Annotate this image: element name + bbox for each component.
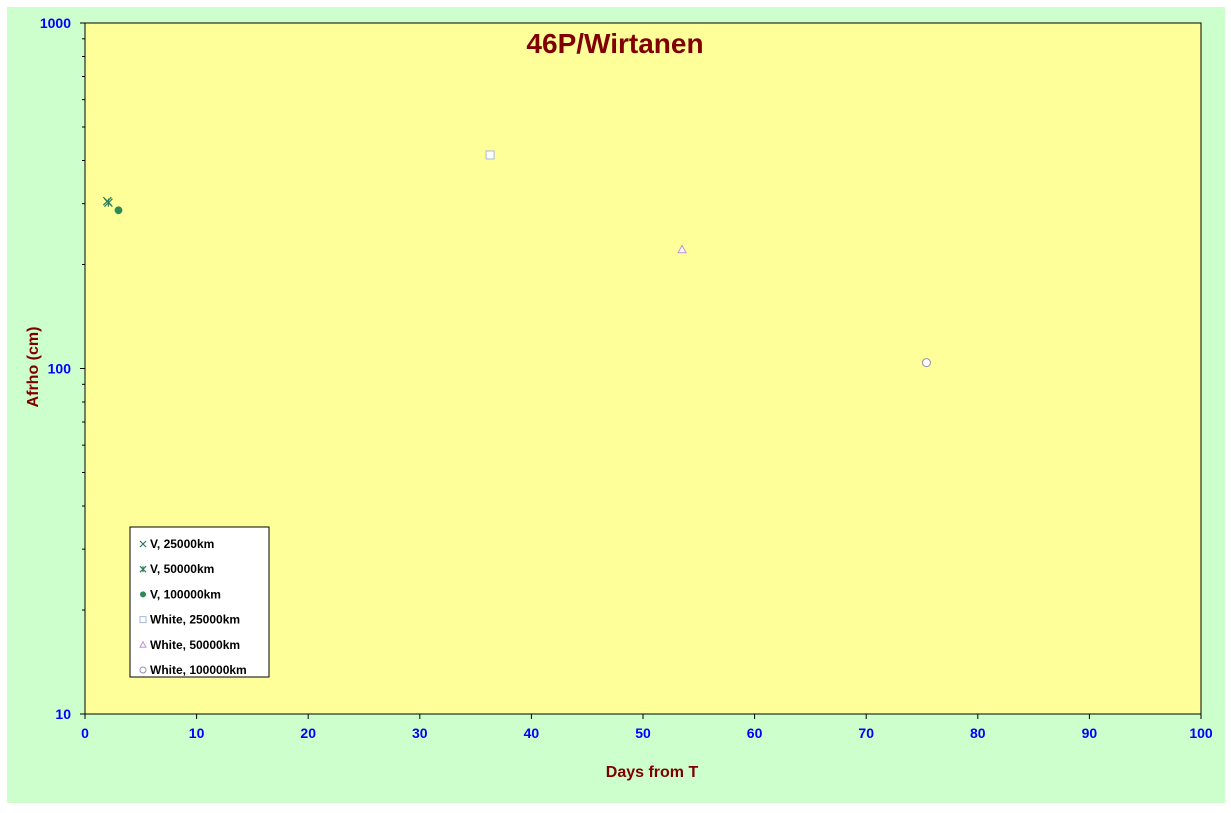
- series-5: [921, 358, 931, 368]
- legend-item: V, 25000km: [139, 537, 214, 551]
- marker-square: [485, 150, 495, 160]
- legend-label: V, 50000km: [150, 562, 214, 576]
- y-tick-label: 10: [55, 706, 71, 722]
- legend-label: V, 25000km: [150, 537, 214, 551]
- legend-item: V, 50000km: [139, 562, 214, 576]
- x-tick-label: 30: [412, 725, 428, 741]
- data-point: [921, 358, 931, 368]
- x-tick-label: 60: [747, 725, 763, 741]
- marker-circle: [921, 358, 931, 368]
- chart-svg: 0 10 20 30 40 50 60 70 80 90 100 10 100 1000 46P/Wirt…: [7, 7, 1225, 803]
- series-2: [114, 206, 123, 215]
- series-3: [485, 150, 495, 160]
- legend: V, 25000km V, 50000km V, 100000km White, 25…: [129, 526, 270, 678]
- marker-circle: [139, 666, 147, 674]
- legend-label: White, 50000km: [150, 638, 240, 652]
- x-tick-label: 70: [858, 725, 874, 741]
- legend-label: V, 100000km: [150, 587, 221, 601]
- legend-item: V, 100000km: [139, 587, 221, 601]
- legend-label: White, 25000km: [150, 613, 240, 627]
- data-point: [114, 206, 123, 215]
- y-tick-label: 100: [48, 361, 72, 377]
- x-axis-title: Days from T: [606, 764, 699, 781]
- marker-square: [139, 616, 147, 624]
- legend-item: White, 25000km: [139, 613, 240, 627]
- data-point: [485, 150, 495, 160]
- y-axis-title: Afrho (cm): [25, 327, 42, 408]
- legend-label: White, 100000km: [150, 663, 247, 677]
- y-tick-label: 1000: [40, 15, 71, 31]
- x-tick-label: 10: [189, 725, 205, 741]
- x-tick-label: 100: [1189, 725, 1213, 741]
- chart-title: 46P/Wirtanen: [526, 28, 703, 59]
- chart-area: 0 10 20 30 40 50 60 70 80 90 100 10 100 1000 46P/Wirt…: [7, 7, 1225, 803]
- legend-item: White, 50000km: [139, 638, 240, 652]
- x-tick-label: 40: [524, 725, 540, 741]
- marker-filled-circle: [139, 591, 147, 598]
- x-tick-label: 80: [970, 725, 986, 741]
- legend-item: White, 100000km: [139, 663, 247, 677]
- x-tick-label: 20: [300, 725, 316, 741]
- x-tick-label: 50: [635, 725, 651, 741]
- x-tick-label: 90: [1082, 725, 1098, 741]
- marker-filled-circle: [114, 206, 123, 215]
- x-tick-label: 0: [81, 725, 89, 741]
